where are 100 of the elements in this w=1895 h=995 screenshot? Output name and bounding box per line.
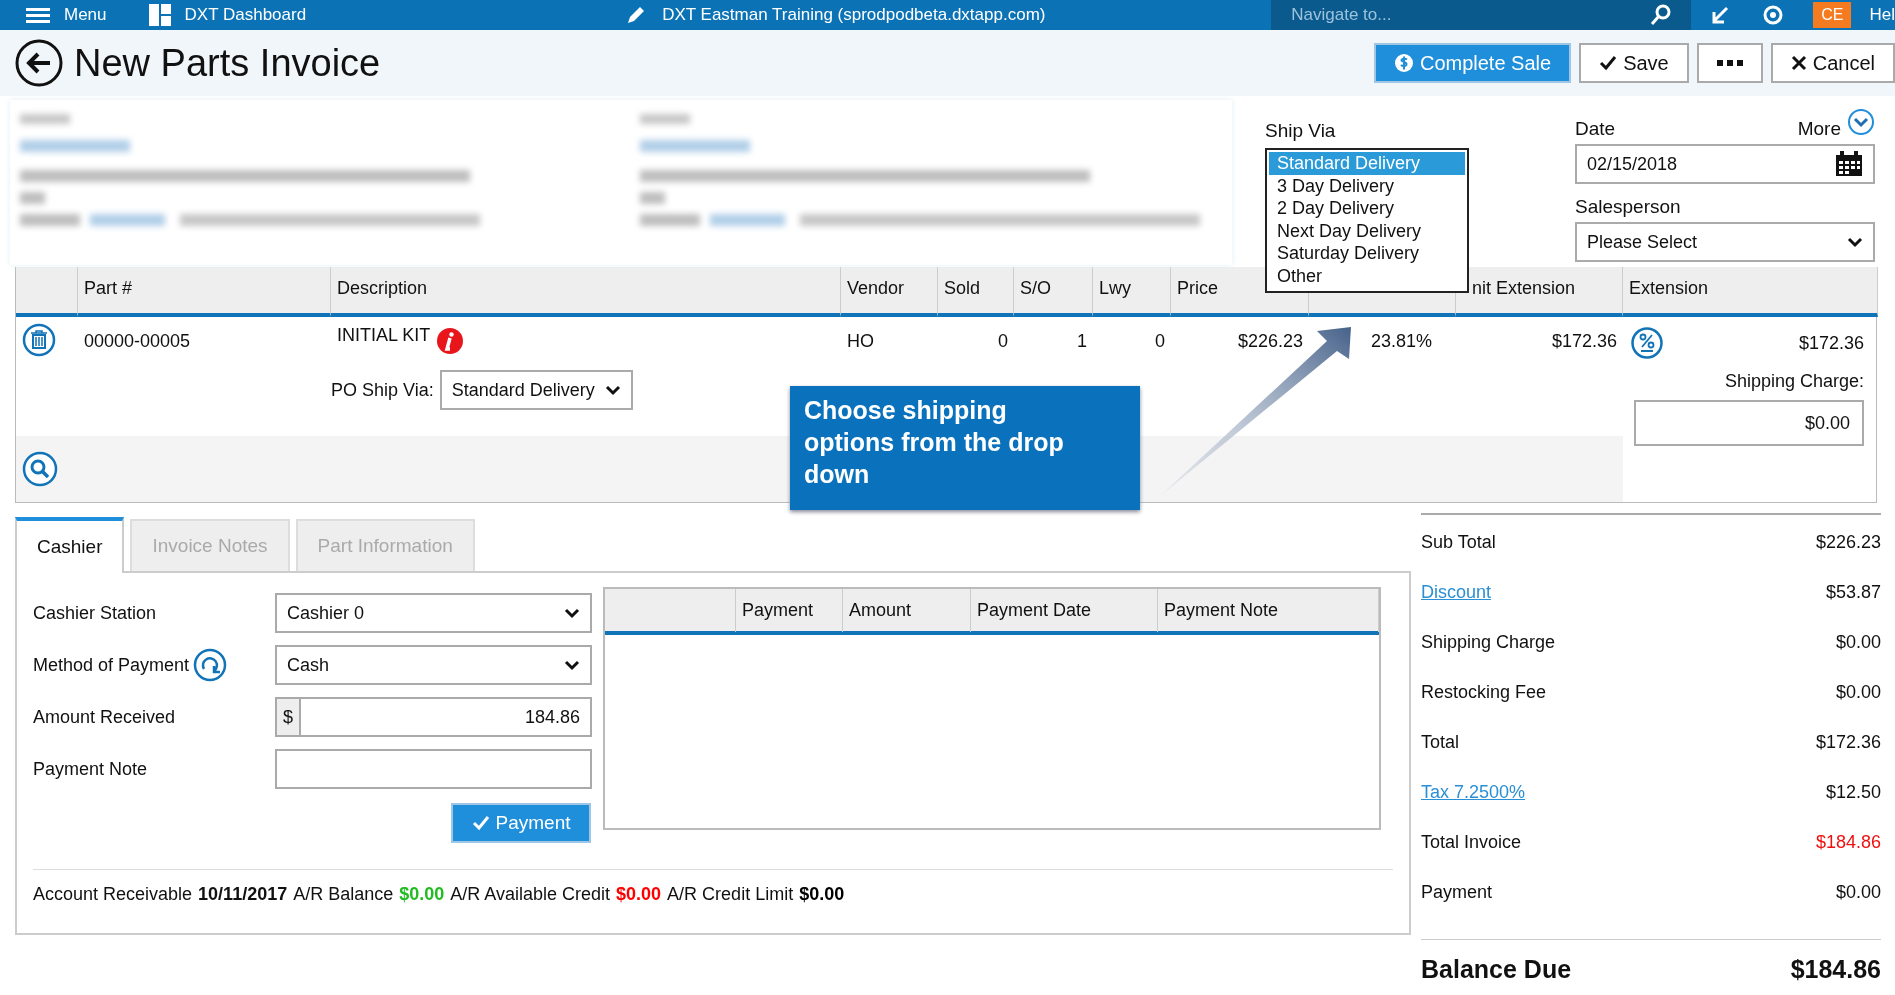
account-label: Account Receivable (33, 884, 193, 905)
column-header: Lwy (1093, 267, 1171, 317)
input-field[interactable] (275, 749, 592, 789)
account-item-value: $0.00 (799, 884, 845, 905)
summary-value: $0.00 (1835, 881, 1881, 903)
summary-label: Shipping Charge (1421, 631, 1556, 653)
column-header: Part # (78, 267, 331, 317)
field-label: Cashier Station (33, 602, 157, 624)
column-header: Payment Date (971, 589, 1158, 632)
column-header: Payment (736, 589, 843, 632)
so-cell-text: 1 (1076, 330, 1088, 353)
callout-tooltip: Choose shipping options from the drop down (790, 386, 1140, 510)
refresh-icon[interactable] (193, 648, 228, 682)
description-text: INITIAL KIT (337, 325, 431, 346)
ellipsis-icon (1716, 59, 1743, 67)
summary-label: Payment (1421, 881, 1493, 903)
summary-label: Sub Total (1421, 531, 1496, 553)
date-field[interactable]: 02/15/2018 (1575, 144, 1875, 184)
summary-value: $53.87 (1825, 581, 1881, 603)
environment-name: DXT Eastman Training (sprodpodbeta.dxtapp.com) (662, 5, 1046, 25)
po-ship-via-select[interactable]: Standard Delivery (439, 370, 633, 410)
search-icon[interactable] (22, 451, 58, 487)
summary-value: $226.23 (1815, 531, 1881, 553)
field-label: Payment Note (33, 758, 148, 780)
shipping-charge-field[interactable]: $0.00 (1634, 400, 1864, 446)
lwy-cell-text: 0 (1154, 330, 1166, 353)
column-header: Payment Note (1158, 589, 1379, 632)
summary-value: $172.36 (1815, 731, 1881, 753)
arrow-icon[interactable] (1711, 6, 1730, 24)
column-header: Amount (843, 589, 971, 632)
chevron-down-icon (564, 607, 580, 619)
cancel-button[interactable]: Cancel (1770, 43, 1895, 83)
page-title: New Parts Invoice (74, 41, 381, 85)
back-icon[interactable] (14, 38, 64, 88)
dropdown-option[interactable]: Saturday Delivery (1269, 242, 1465, 265)
account-item-value: $0.00 (399, 884, 445, 905)
column-header: S/O (1014, 267, 1093, 317)
chevron-down-icon (1847, 236, 1863, 248)
part-number: 00000-00005 (83, 330, 192, 353)
chevron-circle-icon[interactable] (1847, 108, 1875, 136)
discount-percent-cell-text: 23.81% (1370, 330, 1434, 353)
account-item-label: A/R Available Credit (450, 884, 611, 905)
calendar-icon[interactable] (1835, 151, 1863, 177)
price-cell-text: $226.23 (1236, 330, 1304, 353)
column-header: Description (331, 267, 841, 317)
summary-value: $12.50 (1825, 781, 1881, 803)
salesperson-select[interactable]: Please Select (1575, 222, 1875, 262)
salesperson-label: Salesperson (1575, 196, 1682, 218)
column-header: Sold (938, 267, 1014, 317)
summary-value: $184.86 (1815, 831, 1881, 853)
vendor-cell-text: HO (846, 330, 875, 353)
help-link[interactable]: Hel (1869, 5, 1895, 25)
shipping-charge-label: Shipping Charge: (1724, 371, 1864, 392)
pencil-icon (626, 5, 647, 25)
tax-percent-icon[interactable] (1631, 327, 1663, 359)
account-date: 10/11/2017 (198, 884, 288, 905)
tab[interactable]: Cashier (15, 517, 125, 573)
more-link[interactable]: More (1797, 118, 1841, 140)
more-button[interactable] (1696, 43, 1763, 83)
amount-field[interactable]: $ 184.86 (275, 697, 592, 737)
column-header (16, 267, 78, 317)
field-label: Method of Payment (33, 654, 190, 676)
column-header: nit Extension (1456, 267, 1623, 317)
save-button[interactable]: Save (1579, 43, 1689, 83)
menu-icon[interactable] (26, 6, 50, 24)
info-icon[interactable] (436, 327, 465, 355)
sold-cell-text: 0 (997, 330, 1009, 353)
chevron-down-icon (564, 659, 580, 671)
select-field[interactable]: Cash (275, 645, 592, 685)
summary-value: $0.00 (1835, 681, 1881, 703)
column-header: Extension (1623, 267, 1878, 317)
navigate-search-field[interactable]: Navigate to... (1271, 0, 1692, 30)
po-ship-via-label: PO Ship Via: (331, 379, 434, 401)
summary-link[interactable]: Discount (1421, 581, 1492, 603)
dropdown-option[interactable]: 2 Day Delivery (1269, 197, 1465, 220)
summary-label: Restocking Fee (1421, 681, 1547, 703)
dashboard-icon[interactable] (148, 4, 171, 26)
check-icon (1599, 55, 1618, 71)
account-item-value: $0.00 (616, 884, 662, 905)
field-label: Amount Received (33, 706, 176, 728)
account-item-label: A/R Balance (293, 884, 394, 905)
summary-link[interactable]: Tax 7.2500% (1421, 781, 1526, 803)
dashboard-link[interactable]: DXT Dashboard (184, 5, 307, 25)
menu-label[interactable]: Menu (64, 5, 107, 25)
check-icon (471, 815, 490, 831)
date-label: Date (1575, 118, 1616, 140)
unit-extension-cell-text: $172.36 (1550, 330, 1618, 353)
select-field[interactable]: Cashier 0 (275, 593, 592, 633)
dropdown-option[interactable]: 3 Day Delivery (1269, 174, 1465, 197)
extension-cell: $172.36 (1798, 332, 1864, 354)
chevron-down-icon (604, 384, 621, 396)
close-icon (1790, 55, 1807, 71)
dropdown-option[interactable]: Next Day Delivery (1269, 219, 1465, 242)
summary-label: Total Invoice (1421, 831, 1522, 853)
dollar-circle-icon (1393, 53, 1414, 73)
balance-due-label: Balance Due (1421, 955, 1572, 984)
column-header: Vendor (841, 267, 938, 317)
summary-value: $0.00 (1835, 631, 1881, 653)
trash-icon[interactable] (22, 323, 56, 357)
ship-via-label: Ship Via (1265, 120, 1337, 142)
